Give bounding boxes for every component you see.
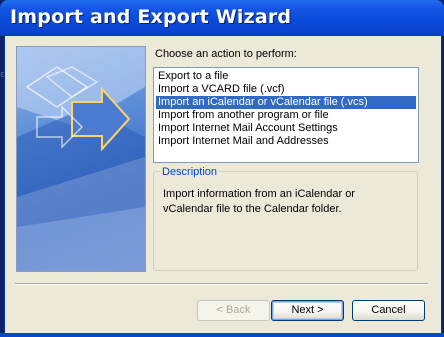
action-prompt-label: Choose an action to perform: [155, 48, 297, 60]
action-export-to-file[interactable]: Export to a file [156, 70, 416, 83]
button-separator [15, 283, 428, 285]
background-glyph: ε [0, 70, 5, 80]
action-import-other-program[interactable]: Import from another program or file [156, 109, 416, 122]
wizard-banner-image [16, 46, 146, 272]
banner-arrows-graphic [17, 47, 145, 271]
title-bar[interactable]: Import and Export Wizard [0, 0, 444, 36]
description-legend: Description [160, 166, 220, 178]
next-button[interactable]: Next > [271, 300, 344, 321]
window-bottom-border [0, 333, 444, 337]
action-import-mail-account-settings[interactable]: Import Internet Mail Account Settings [156, 122, 416, 135]
back-button[interactable]: < Back [197, 300, 270, 321]
description-text: Import information from an iCalendar or … [163, 188, 355, 215]
cancel-button[interactable]: Cancel [352, 300, 425, 321]
action-listbox[interactable]: Export to a file Import a VCARD file (.v… [153, 67, 419, 163]
window-title: Import and Export Wizard [10, 6, 292, 28]
action-import-vcard[interactable]: Import a VCARD file (.vcf) [156, 83, 416, 96]
action-import-mail-addresses[interactable]: Import Internet Mail and Addresses [156, 135, 416, 148]
action-import-icalendar[interactable]: Import an iCalendar or vCalendar file (.… [156, 96, 416, 109]
description-groupbox [153, 171, 418, 271]
